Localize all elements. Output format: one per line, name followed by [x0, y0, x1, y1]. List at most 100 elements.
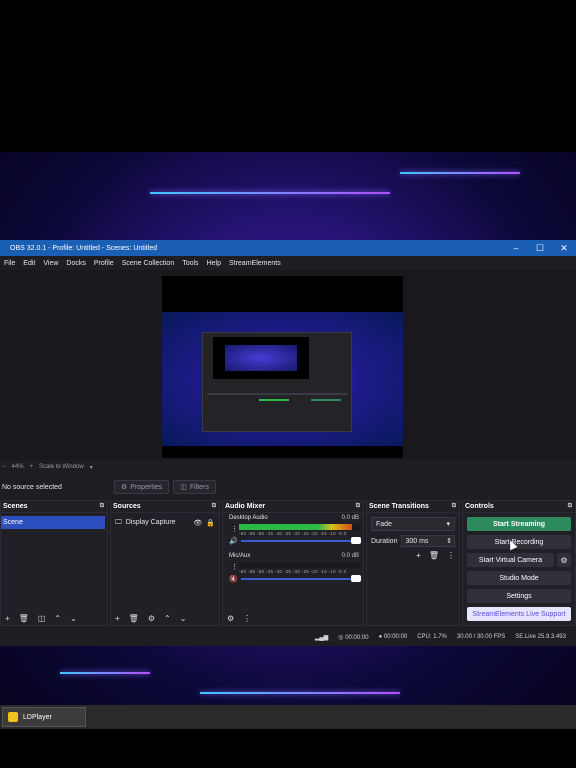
trash-icon[interactable]: 🗑: [129, 614, 139, 623]
live-support-button[interactable]: StreamElements Live Support: [467, 607, 571, 621]
add-icon[interactable]: +: [115, 614, 120, 623]
status-bar: ▂▄▆ ◎ 00:00:00 ● 00:00:00 CPU: 1.7% 30.0…: [0, 630, 576, 644]
trash-icon[interactable]: 🗑: [429, 551, 439, 560]
sources-title: Sources: [113, 503, 141, 510]
window-title: OBS 32.0.1 - Profile: Untitled - Scenes:…: [10, 244, 158, 252]
menu-scene-collection[interactable]: Scene Collection: [118, 260, 179, 267]
menu-view[interactable]: View: [39, 260, 62, 267]
trash-icon[interactable]: 🗑: [19, 614, 29, 623]
preview-canvas[interactable]: [162, 276, 403, 458]
kebab-icon[interactable]: ⋮: [243, 614, 251, 623]
taskbar-app-item[interactable]: LDPlayer: [2, 707, 86, 727]
studio-mode-button[interactable]: Studio Mode: [467, 571, 571, 585]
undock-icon[interactable]: ⧉: [452, 503, 456, 510]
meter-ticks: -60 -55 -50 -45 -40 -35 -30 -25 -20 -15 …: [239, 531, 347, 536]
channel-db: 0.0 dB: [341, 515, 359, 521]
start-recording-button[interactable]: Start Recording: [467, 535, 571, 549]
menu-tools[interactable]: Tools: [178, 260, 202, 267]
duration-label: Duration: [371, 537, 398, 545]
se-version: SE.Live 25.9.3.493: [515, 634, 566, 640]
minimize-icon[interactable]: –: [504, 243, 528, 253]
taskbar-app-label: LDPlayer: [23, 713, 52, 721]
settings-button[interactable]: Settings: [467, 589, 571, 603]
nested-obs-capture: [202, 332, 352, 432]
filter-icon[interactable]: ◫: [38, 614, 46, 623]
move-up-icon[interactable]: ⌃: [54, 614, 61, 623]
source-label: Display Capture: [125, 519, 176, 526]
chevron-down-icon[interactable]: ▾: [90, 464, 93, 471]
gear-icon[interactable]: ⚙: [227, 614, 234, 623]
ldplayer-icon: [8, 712, 18, 722]
nested-stream-button: [311, 399, 341, 401]
transitions-title: Scene Transitions: [369, 503, 429, 510]
title-bar: OBS 32.0.1 - Profile: Untitled - Scenes:…: [0, 240, 576, 256]
gear-icon[interactable]: ⚙: [557, 553, 571, 567]
spin-arrows-icon[interactable]: ⇕: [446, 537, 452, 545]
filters-label: Filters: [189, 483, 209, 491]
scale-select[interactable]: Scale to Window: [39, 464, 84, 470]
undock-icon[interactable]: ⧉: [356, 503, 360, 510]
mixer-title: Audio Mixer: [225, 503, 266, 510]
source-item[interactable]: 🖵 Display Capture 👁 🔒: [115, 516, 215, 529]
zoom-level: 44%: [11, 464, 24, 470]
start-streaming-button[interactable]: Start Streaming: [467, 517, 571, 531]
gear-icon: ⚙: [121, 484, 128, 491]
mixer-channel: Mic/Aux 0.0 dB ⋮ -60 -55 -50 -45 -40 -35…: [227, 553, 361, 589]
wallpaper-light-line: [400, 172, 520, 174]
start-virtual-camera-button[interactable]: Start Virtual Camera: [467, 553, 554, 567]
volume-meter: [239, 524, 361, 530]
cpu-usage: CPU: 1.7%: [417, 634, 447, 640]
channel-db: 0.0 dB: [341, 553, 359, 559]
no-source-label: No source selected: [2, 483, 62, 491]
move-up-icon[interactable]: ⌃: [164, 614, 171, 623]
chevron-down-icon: ▾: [446, 521, 450, 528]
volume-slider[interactable]: [241, 540, 359, 542]
scenes-dock: Scenes ⧉ Scene + 🗑 ◫ ⌃ ⌄: [0, 500, 108, 626]
close-icon[interactable]: ✕: [552, 243, 576, 254]
signal-icon: ▂▄▆: [314, 634, 329, 641]
audio-mixer-dock: Audio Mixer ⧉ Desktop Audio 0.0 dB ⋮ -60 …: [222, 500, 364, 626]
preview-capture-image: [162, 312, 403, 446]
menu-docks[interactable]: Docks: [62, 260, 89, 267]
zoom-out-icon[interactable]: −: [2, 464, 6, 470]
wallpaper-light-line: [60, 672, 150, 674]
move-down-icon[interactable]: ⌄: [70, 614, 77, 623]
eye-icon[interactable]: 👁: [193, 519, 202, 527]
kebab-icon[interactable]: ⋮: [231, 563, 238, 571]
menu-profile[interactable]: Profile: [90, 260, 118, 267]
add-icon[interactable]: +: [416, 551, 421, 560]
zoom-bar: − 44% + Scale to Window ▾: [0, 462, 576, 472]
speaker-icon[interactable]: 🔊: [229, 537, 238, 545]
kebab-icon[interactable]: ⋮: [231, 525, 238, 533]
menu-streamelements[interactable]: StreamElements: [225, 260, 285, 267]
lock-icon[interactable]: 🔒: [206, 519, 215, 527]
slider-handle[interactable]: [351, 537, 361, 544]
move-down-icon[interactable]: ⌄: [180, 614, 187, 623]
nested-meter: [259, 399, 289, 401]
menu-help[interactable]: Help: [203, 260, 225, 267]
monitor-icon: 🖵: [115, 518, 122, 526]
add-icon[interactable]: +: [5, 614, 10, 623]
undock-icon[interactable]: ⧉: [568, 503, 572, 510]
volume-slider[interactable]: [241, 578, 359, 580]
undock-icon[interactable]: ⧉: [100, 503, 104, 510]
menu-file[interactable]: File: [0, 260, 19, 267]
transition-select[interactable]: Fade ▾: [371, 517, 455, 531]
zoom-in-icon[interactable]: +: [30, 464, 34, 470]
maximize-icon[interactable]: ☐: [528, 243, 552, 254]
scene-item[interactable]: Scene: [1, 516, 105, 529]
filters-button[interactable]: ◫ Filters: [173, 480, 216, 494]
undock-icon[interactable]: ⧉: [212, 503, 216, 510]
menu-edit[interactable]: Edit: [19, 260, 39, 267]
properties-label: Properties: [130, 483, 163, 491]
mic-muted-icon[interactable]: 🔇: [229, 575, 238, 583]
transition-value: Fade: [376, 520, 392, 528]
kebab-icon[interactable]: ⋮: [447, 551, 455, 560]
obs-window: OBS 32.0.1 - Profile: Untitled - Scenes:…: [0, 240, 576, 646]
transition-tools: + 🗑 ⋮: [371, 551, 455, 560]
slider-handle[interactable]: [351, 575, 361, 582]
gear-icon[interactable]: ⚙: [148, 614, 155, 623]
duration-spinbox[interactable]: 300 ms ⇕: [401, 535, 455, 547]
filter-icon: ◫: [180, 484, 187, 491]
properties-button[interactable]: ⚙ Properties: [114, 480, 170, 494]
